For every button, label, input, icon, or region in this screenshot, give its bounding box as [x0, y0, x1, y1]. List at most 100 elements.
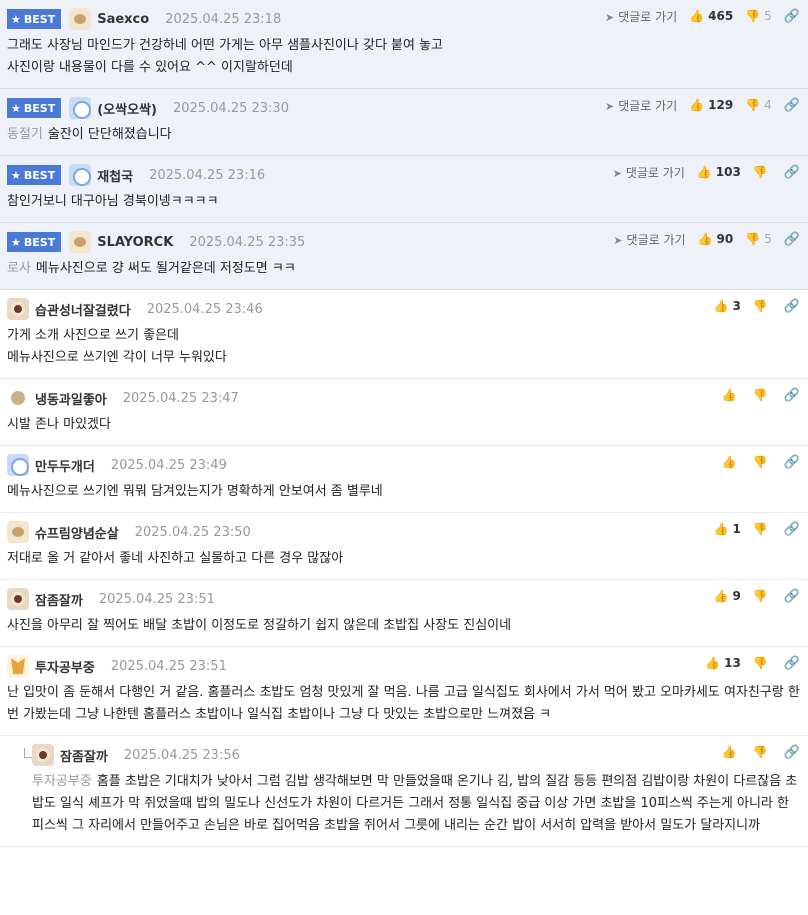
nickname[interactable]: 잠좀잘까: [35, 590, 83, 609]
upvote-button[interactable]: 👍 1: [714, 522, 741, 536]
nickname[interactable]: 투자공부중: [35, 657, 95, 676]
downvote-button[interactable]: 👎: [753, 388, 772, 402]
best-badge: ★ BEST: [7, 9, 62, 29]
upvote-button[interactable]: 👍: [722, 745, 741, 759]
link-icon[interactable]: 🔗: [784, 745, 800, 760]
nickname[interactable]: 재첩국: [97, 166, 133, 185]
thumbs-down-icon: 👎: [745, 9, 761, 23]
puppy-avatar[interactable]: [7, 521, 29, 543]
nickname[interactable]: 습관성너잘걸렸다: [35, 300, 131, 319]
lion-avatar[interactable]: [7, 588, 29, 610]
nickname[interactable]: 잠좀잘까: [60, 746, 108, 765]
comment-date: 2025.04.25 23:16: [149, 167, 266, 183]
upvote-button[interactable]: 👍: [722, 455, 741, 469]
nickname[interactable]: SLAYORCK: [97, 235, 173, 250]
nickname[interactable]: 슈프림양념순살: [35, 523, 119, 542]
comment-text: 저대로 올 거 같아서 좋네 사진하고 실물하고 다른 경우 많잖아: [7, 551, 344, 566]
comment-text: 참인거보니 대구아님 경북이넹ㅋㅋㅋㅋ: [7, 194, 219, 209]
link-icon[interactable]: 🔗: [784, 232, 800, 247]
downvote-count: 5: [764, 232, 772, 246]
upvote-button[interactable]: 👍: [722, 388, 741, 402]
mention-link[interactable]: 로사: [7, 261, 31, 276]
star-icon: ★: [11, 101, 21, 115]
goto-comment-label: 댓글로 가기: [618, 98, 678, 113]
best-badge: ★ BEST: [7, 165, 62, 185]
comment-body: 난 입맛이 좀 둔해서 다행인 거 같음. 홈플러스 초밥도 엄청 맛있게 잘 …: [7, 677, 800, 735]
brown-dot-avatar[interactable]: [7, 387, 29, 409]
thumbs-down-icon: 👎: [752, 165, 768, 179]
best-label: BEST: [23, 235, 56, 249]
lion-avatar[interactable]: [7, 298, 29, 320]
comment-actions: 👍 3 👎 🔗: [714, 296, 800, 316]
thumbs-down-icon: 👎: [752, 299, 768, 313]
lion-avatar[interactable]: [32, 744, 54, 766]
blue-ghost-avatar[interactable]: [69, 97, 92, 119]
downvote-button[interactable]: 👎: [753, 656, 772, 670]
comment-body: 가게 소개 사진으로 쓰기 좋은데 메뉴사진으로 쓰기엔 각이 너무 누워있다: [7, 320, 800, 378]
comment: 투자공부중 2025.04.25 23:51 👍 13 👎 🔗 난 입맛이 좀 둔해서 다행…: [0, 647, 808, 736]
comment-date: 2025.04.25 23:56: [123, 747, 240, 763]
comment: 슈프림양념순살 2025.04.25 23:50 👍 1 👎 🔗 저대로 올 거 같아서 좋…: [0, 513, 808, 580]
comment-list: ★ BEST Saexco 2025.04.25 23:18 ➤ 댓글로 가기 👍 465 👎 5…: [0, 0, 808, 847]
comment-body: 사진을 아무리 잘 찍어도 배달 초밥이 이정도로 정갈하기 쉽지 않은데 초밥…: [7, 610, 800, 646]
upvote-button[interactable]: 👍 9: [714, 589, 741, 603]
downvote-button[interactable]: 👎: [753, 299, 772, 313]
upvote-button[interactable]: 👍 90: [698, 232, 734, 246]
link-icon[interactable]: 🔗: [784, 522, 800, 537]
comment-header: 잠좀잘까 2025.04.25 23:56: [32, 744, 800, 766]
thumbs-down-icon: 👎: [752, 455, 768, 469]
puppy-avatar[interactable]: [69, 8, 92, 30]
puppy-avatar[interactable]: [69, 231, 92, 253]
thumbs-up-icon: 👍: [705, 656, 721, 670]
downvote-button[interactable]: 👎 5: [745, 232, 772, 246]
comment-body: 그래도 사장님 마인드가 건강하네 어떤 가게는 아무 샘플사진이나 갖다 붙여…: [7, 30, 800, 88]
nickname[interactable]: 냉동과일좋아: [35, 389, 107, 408]
thumbs-up-icon: 👍: [713, 299, 729, 313]
comment-date: 2025.04.25 23:49: [110, 457, 227, 473]
upvote-button[interactable]: 👍 3: [714, 299, 741, 313]
goto-comment-link[interactable]: ➤ 댓글로 가기: [613, 164, 685, 181]
link-icon[interactable]: 🔗: [784, 656, 800, 671]
link-icon[interactable]: 🔗: [784, 98, 800, 113]
mention-link[interactable]: 투자공부중: [32, 774, 92, 789]
nickname[interactable]: (오싹오싹): [97, 99, 157, 118]
comment-actions: 👍 👎 🔗: [722, 452, 800, 472]
thumbs-up-icon: 👍: [713, 589, 729, 603]
link-icon[interactable]: 🔗: [784, 299, 800, 314]
comment-date: 2025.04.25 23:35: [189, 234, 306, 250]
nickname[interactable]: Saexco: [97, 12, 149, 27]
comment-text: 시발 존나 마있겠다: [7, 417, 111, 432]
downvote-button[interactable]: 👎: [753, 589, 772, 603]
mention-link[interactable]: 동절기: [7, 127, 43, 142]
link-icon[interactable]: 🔗: [784, 589, 800, 604]
blue-ghost-avatar[interactable]: [69, 164, 92, 186]
downvote-button[interactable]: 👎: [753, 455, 772, 469]
upvote-button[interactable]: 👍 13: [705, 656, 741, 670]
comment-text: 술잔이 단단해졌습니다: [47, 127, 172, 142]
downvote-button[interactable]: 👎: [753, 165, 772, 179]
downvote-count: 5: [764, 9, 772, 23]
link-icon[interactable]: 🔗: [784, 388, 800, 403]
comment-header: 슈프림양념순살 2025.04.25 23:50: [7, 521, 800, 543]
goto-comment-link[interactable]: ➤ 댓글로 가기: [605, 97, 677, 114]
downvote-button[interactable]: 👎: [753, 522, 772, 536]
link-icon[interactable]: 🔗: [784, 9, 800, 24]
goto-comment-link[interactable]: ➤ 댓글로 가기: [605, 8, 677, 25]
upvote-button[interactable]: 👍 129: [689, 98, 733, 112]
upvote-button[interactable]: 👍 103: [697, 165, 741, 179]
goto-comment-link[interactable]: ➤ 댓글로 가기: [613, 231, 685, 248]
upvote-count: 13: [724, 656, 741, 670]
comment-actions: ➤ 댓글로 가기 👍 465 👎 5 🔗: [605, 6, 800, 26]
nickname[interactable]: 만두두개더: [35, 456, 95, 475]
upvote-count: 3: [732, 299, 741, 313]
upvote-button[interactable]: 👍 465: [689, 9, 733, 23]
downvote-button[interactable]: 👎 5: [745, 9, 772, 23]
best-label: BEST: [23, 168, 56, 182]
downvote-button[interactable]: 👎: [753, 745, 772, 759]
link-icon[interactable]: 🔗: [784, 165, 800, 180]
fox-avatar[interactable]: [7, 655, 29, 677]
link-icon[interactable]: 🔗: [784, 455, 800, 470]
blue-ghost-avatar[interactable]: [7, 454, 29, 476]
downvote-button[interactable]: 👎 4: [745, 98, 772, 112]
thumbs-up-icon: 👍: [696, 165, 712, 179]
